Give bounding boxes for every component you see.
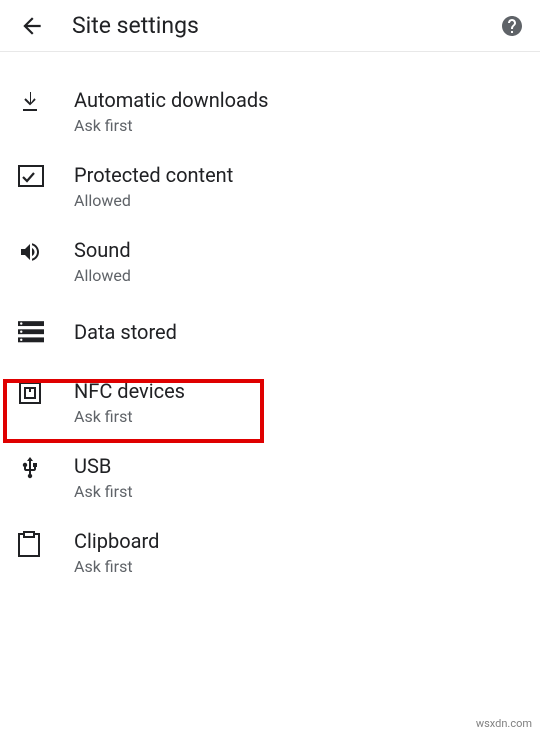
help-icon (500, 14, 524, 38)
setting-usb[interactable]: USB Ask first (0, 440, 540, 515)
protected-content-icon (18, 163, 74, 187)
back-button[interactable] (14, 8, 50, 44)
sound-icon (18, 238, 74, 264)
page-title: Site settings (72, 12, 498, 39)
storage-icon (18, 321, 74, 343)
help-button[interactable] (498, 12, 526, 40)
setting-title: NFC devices (74, 379, 185, 403)
setting-subtitle: Ask first (74, 557, 159, 576)
clipboard-icon (18, 529, 74, 557)
watermark: wsxdn.com (476, 717, 532, 730)
setting-subtitle: Ask first (74, 482, 133, 501)
setting-nfc-devices[interactable]: NFC devices Ask first (0, 365, 540, 440)
setting-subtitle: Allowed (74, 191, 233, 210)
nfc-icon (18, 379, 74, 405)
setting-title: Clipboard (74, 529, 159, 553)
settings-list: Automatic downloads Ask first Protected … (0, 52, 540, 590)
app-header: Site settings (0, 0, 540, 52)
setting-protected-content[interactable]: Protected content Allowed (0, 149, 540, 224)
setting-subtitle: Ask first (74, 407, 185, 426)
download-icon (18, 88, 74, 114)
setting-automatic-downloads[interactable]: Automatic downloads Ask first (0, 74, 540, 149)
setting-title: USB (74, 454, 133, 478)
setting-sound[interactable]: Sound Allowed (0, 224, 540, 299)
setting-title: Sound (74, 238, 131, 262)
setting-clipboard[interactable]: Clipboard Ask first (0, 515, 540, 590)
usb-icon (18, 454, 74, 480)
setting-title: Automatic downloads (74, 88, 268, 112)
setting-subtitle: Ask first (74, 116, 268, 135)
setting-title: Data stored (74, 320, 177, 344)
setting-title: Protected content (74, 163, 233, 187)
setting-data-stored[interactable]: Data stored (0, 299, 540, 365)
setting-subtitle: Allowed (74, 266, 131, 285)
arrow-back-icon (19, 13, 45, 39)
